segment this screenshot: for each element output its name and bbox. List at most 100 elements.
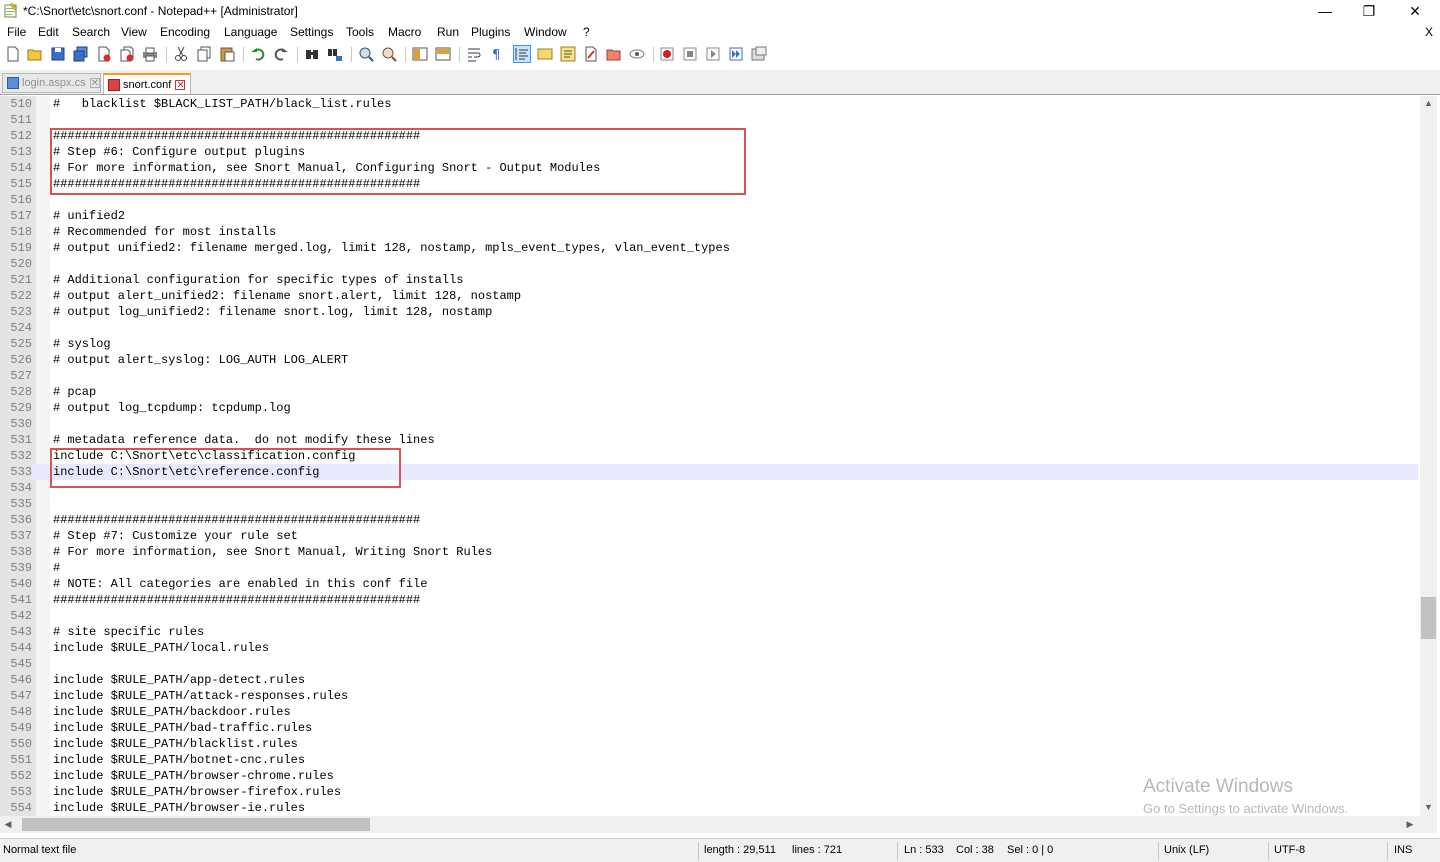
- line-text[interactable]: # syslog: [53, 336, 111, 352]
- line-text[interactable]: include $RULE_PATH/botnet-cnc.rules: [53, 752, 305, 768]
- code-line[interactable]: 540 # NOTE: All categories are enabled in…: [0, 576, 1418, 592]
- line-text[interactable]: ########################################…: [53, 512, 420, 528]
- show-all-chars-icon[interactable]: ¶: [489, 46, 505, 62]
- code-line[interactable]: 524: [0, 320, 1418, 336]
- record-macro-icon[interactable]: [659, 46, 675, 62]
- save-macro-icon[interactable]: [751, 46, 767, 62]
- line-text[interactable]: include $RULE_PATH/browser-chrome.rules: [53, 768, 334, 784]
- code-line[interactable]: 519 # output unified2: filename merged.lo…: [0, 240, 1418, 256]
- status-selection[interactable]: Sel : 0 | 0: [1007, 844, 1053, 856]
- sync-horizontal-icon[interactable]: [435, 46, 451, 62]
- code-line[interactable]: 542: [0, 608, 1418, 624]
- function-list-icon[interactable]: [560, 46, 576, 62]
- code-line[interactable]: 546 include $RULE_PATH/app-detect.rules: [0, 672, 1418, 688]
- code-line[interactable]: 541 #####################################…: [0, 592, 1418, 608]
- code-line[interactable]: 547 include $RULE_PATH/attack-responses.r…: [0, 688, 1418, 704]
- line-text[interactable]: # metadata reference data. do not modify…: [53, 432, 435, 448]
- zoom-in-icon[interactable]: [358, 46, 374, 62]
- menu-help[interactable]: ?: [583, 25, 590, 39]
- folder-as-workspace-icon[interactable]: [606, 46, 622, 62]
- menu-search[interactable]: Search: [72, 25, 110, 39]
- notepadpp-app-icon[interactable]: [4, 3, 18, 18]
- menu-view[interactable]: View: [121, 25, 147, 39]
- horizontal-scroll-thumb[interactable]: [22, 818, 370, 831]
- status-insert-mode[interactable]: INS: [1394, 844, 1412, 856]
- paste-icon[interactable]: [219, 46, 235, 62]
- code-line[interactable]: 550 include $RULE_PATH/blacklist.rules: [0, 736, 1418, 752]
- scroll-down-icon[interactable]: ▼: [1420, 802, 1437, 812]
- word-wrap-icon[interactable]: [466, 46, 482, 62]
- replace-icon[interactable]: [327, 46, 343, 62]
- code-line[interactable]: 527: [0, 368, 1418, 384]
- code-line[interactable]: 539 #: [0, 560, 1418, 576]
- cut-icon[interactable]: [173, 46, 189, 62]
- line-text[interactable]: include $RULE_PATH/blacklist.rules: [53, 736, 298, 752]
- monitoring-icon[interactable]: [629, 46, 645, 62]
- line-text[interactable]: # Step #7: Customize your rule set: [53, 528, 298, 544]
- code-line[interactable]: 548 include $RULE_PATH/backdoor.rules: [0, 704, 1418, 720]
- scroll-up-icon[interactable]: ▲: [1420, 98, 1437, 108]
- indent-guide-icon[interactable]: [513, 45, 531, 63]
- code-line[interactable]: 545: [0, 656, 1418, 672]
- close-all-icon[interactable]: [119, 46, 135, 62]
- line-text[interactable]: # Recommended for most installs: [53, 224, 276, 240]
- open-file-icon[interactable]: [27, 46, 43, 62]
- code-line[interactable]: 529 # output log_tcpdump: tcpdump.log: [0, 400, 1418, 416]
- line-text[interactable]: include $RULE_PATH/browser-ie.rules: [53, 800, 305, 816]
- tab-snort-conf[interactable]: snort.conf ✕: [103, 73, 191, 94]
- code-line[interactable]: 544 include $RULE_PATH/local.rules: [0, 640, 1418, 656]
- code-line[interactable]: 535: [0, 496, 1418, 512]
- document-map-icon[interactable]: [583, 46, 599, 62]
- vertical-scroll-thumb[interactable]: [1421, 597, 1436, 639]
- new-file-icon[interactable]: [5, 46, 21, 62]
- line-text[interactable]: # NOTE: All categories are enabled in th…: [53, 576, 427, 592]
- line-text[interactable]: include $RULE_PATH/bad-traffic.rules: [53, 720, 312, 736]
- copy-icon[interactable]: [196, 46, 212, 62]
- line-text[interactable]: # output alert_syslog: LOG_AUTH LOG_ALER…: [53, 352, 348, 368]
- play-macro-icon[interactable]: [705, 46, 721, 62]
- save-all-icon[interactable]: [73, 46, 89, 62]
- tab-close-icon[interactable]: ✕: [89, 78, 100, 89]
- menu-plugins[interactable]: Plugins: [471, 25, 510, 39]
- line-text[interactable]: # unified2: [53, 208, 125, 224]
- line-text[interactable]: include $RULE_PATH/backdoor.rules: [53, 704, 291, 720]
- code-line[interactable]: 523 # output log_unified2: filename snort…: [0, 304, 1418, 320]
- line-text[interactable]: ########################################…: [53, 592, 420, 608]
- menu-language[interactable]: Language: [224, 25, 277, 39]
- scroll-left-icon[interactable]: ◀: [2, 819, 14, 830]
- line-text[interactable]: include $RULE_PATH/app-detect.rules: [53, 672, 305, 688]
- tab-login-aspx-cs[interactable]: login.aspx.cs ✕: [2, 73, 101, 93]
- lang-icon[interactable]: [537, 46, 553, 62]
- menu-window[interactable]: Window: [524, 25, 567, 39]
- status-eol[interactable]: Unix (LF): [1164, 844, 1209, 856]
- status-column[interactable]: Col : 38: [956, 844, 994, 856]
- menu-run[interactable]: Run: [437, 25, 459, 39]
- code-line[interactable]: 531 # metadata reference data. do not mod…: [0, 432, 1418, 448]
- line-text[interactable]: # blacklist $BLACK_LIST_PATH/black_list.…: [53, 96, 391, 112]
- code-line[interactable]: 521 # Additional configuration for specif…: [0, 272, 1418, 288]
- code-line[interactable]: 525 # syslog: [0, 336, 1418, 352]
- line-text[interactable]: include $RULE_PATH/browser-firefox.rules: [53, 784, 341, 800]
- close-icon[interactable]: [96, 46, 112, 62]
- line-text[interactable]: # output log_unified2: filename snort.lo…: [53, 304, 492, 320]
- code-line[interactable]: 510 # blacklist $BLACK_LIST_PATH/black_li…: [0, 96, 1418, 112]
- code-line[interactable]: 517 # unified2: [0, 208, 1418, 224]
- zoom-out-icon[interactable]: [381, 46, 397, 62]
- code-line[interactable]: 538 # For more information, see Snort Man…: [0, 544, 1418, 560]
- close-window-button[interactable]: ✕: [1392, 0, 1438, 22]
- print-icon[interactable]: [142, 46, 158, 62]
- menu-settings[interactable]: Settings: [290, 25, 333, 39]
- code-line[interactable]: 520: [0, 256, 1418, 272]
- menu-edit[interactable]: Edit: [38, 25, 59, 39]
- line-text[interactable]: include $RULE_PATH/attack-responses.rule…: [53, 688, 348, 704]
- save-icon[interactable]: [50, 46, 66, 62]
- run-macro-multiple-icon[interactable]: [728, 46, 744, 62]
- line-text[interactable]: # site specific rules: [53, 624, 204, 640]
- code-line[interactable]: 549 include $RULE_PATH/bad-traffic.rules: [0, 720, 1418, 736]
- code-line[interactable]: 518 # Recommended for most installs: [0, 224, 1418, 240]
- tab-close-icon[interactable]: ✕: [175, 79, 186, 90]
- editor-text-area[interactable]: 510 # blacklist $BLACK_LIST_PATH/black_li…: [0, 96, 1420, 816]
- line-text[interactable]: # output log_tcpdump: tcpdump.log: [53, 400, 291, 416]
- status-encoding[interactable]: UTF-8: [1274, 844, 1305, 856]
- code-line[interactable]: 511: [0, 112, 1418, 128]
